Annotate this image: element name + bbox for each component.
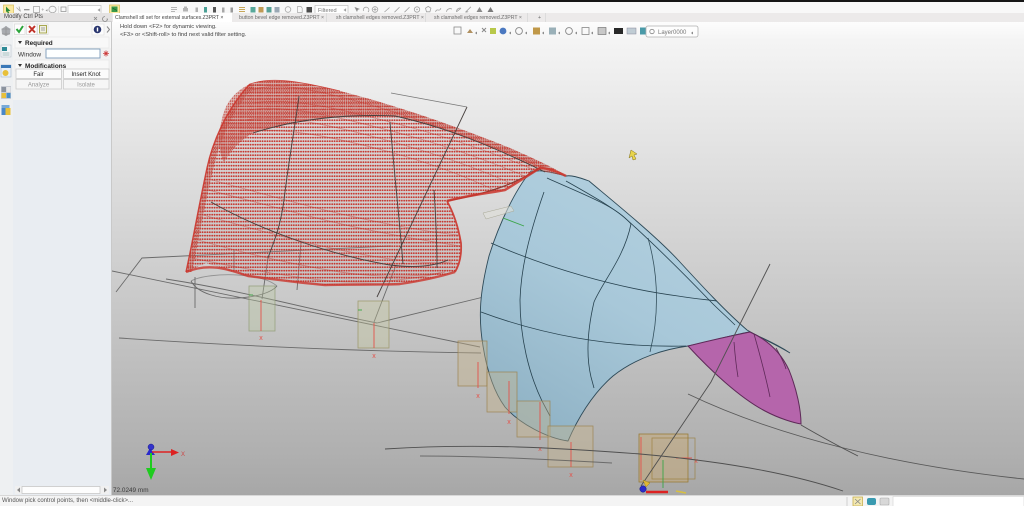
svg-text:x: x <box>694 458 698 465</box>
svg-text:x: x <box>507 419 511 426</box>
svg-text:Fair: Fair <box>33 72 43 78</box>
svg-text:X: X <box>181 452 185 458</box>
svg-text:x: x <box>259 335 263 342</box>
svg-text:x: x <box>372 353 376 360</box>
svg-text:x: x <box>569 472 573 479</box>
svg-text:72.0249 mm: 72.0249 mm <box>113 487 149 494</box>
svg-text:Isolate: Isolate <box>77 83 95 89</box>
svg-text:Required: Required <box>25 40 53 47</box>
svg-text:Insert Knot: Insert Knot <box>71 72 100 78</box>
svg-text:x: x <box>538 446 542 453</box>
svg-text:Analyze: Analyze <box>28 83 50 89</box>
svg-text:Window: Window <box>18 52 41 59</box>
svg-text:Layer0000: Layer0000 <box>658 30 687 36</box>
svg-text:x: x <box>476 393 480 400</box>
